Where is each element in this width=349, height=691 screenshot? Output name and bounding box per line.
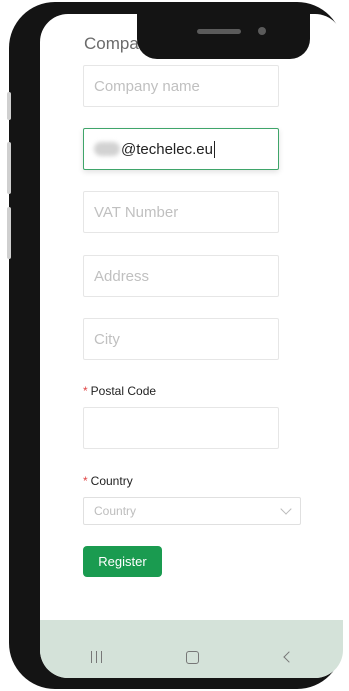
side-button-2 [7, 142, 11, 194]
city-placeholder: City [94, 330, 120, 348]
country-label: * Country [83, 474, 133, 488]
email-value: @techelec.eu [121, 140, 213, 158]
postal-code-label-text: Postal Code [90, 384, 157, 398]
speaker-grille [197, 29, 241, 34]
phone-frame: Company Company name @techelec.eu VAT Nu… [7, 2, 343, 689]
redacted-email-prefix [94, 142, 120, 156]
back-icon[interactable] [283, 651, 295, 663]
register-button[interactable]: Register [83, 546, 162, 577]
home-icon[interactable] [186, 651, 199, 664]
address-input[interactable]: Address [83, 255, 279, 297]
required-mark: * [83, 474, 88, 488]
city-input[interactable]: City [83, 318, 279, 360]
side-button-3 [7, 207, 11, 259]
android-nav-bar [40, 620, 343, 678]
country-select-value: Country [94, 504, 137, 518]
email-input[interactable]: @techelec.eu [83, 128, 279, 170]
text-caret [213, 140, 215, 158]
recent-apps-icon[interactable] [91, 651, 102, 663]
postal-code-label: * Postal Code [83, 384, 156, 398]
vat-number-input[interactable]: VAT Number [83, 191, 279, 233]
side-button-1 [7, 92, 11, 120]
country-select[interactable]: Country [83, 497, 301, 525]
company-name-placeholder: Company name [94, 77, 200, 95]
postal-code-input[interactable] [83, 407, 279, 449]
country-label-text: Country [90, 474, 133, 488]
front-camera [258, 27, 266, 35]
company-name-input[interactable]: Company name [83, 65, 279, 107]
chevron-down-icon [280, 503, 292, 515]
phone-notch [137, 14, 310, 59]
vat-number-placeholder: VAT Number [94, 203, 179, 221]
screen: Company Company name @techelec.eu VAT Nu… [40, 14, 343, 678]
address-placeholder: Address [94, 267, 150, 285]
required-mark: * [83, 384, 88, 398]
